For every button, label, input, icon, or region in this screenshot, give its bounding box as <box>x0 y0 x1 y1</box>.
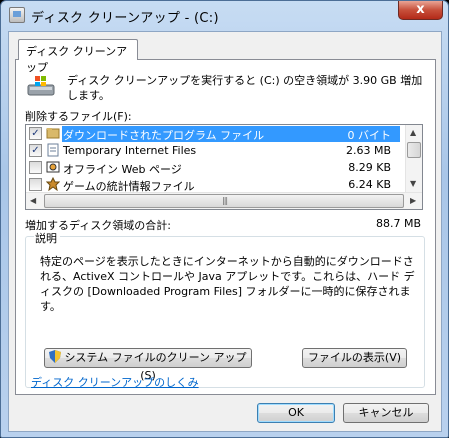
dialog-client-area: ディスク クリーンアップ ディスク クリーンアップを実行すると (C:) の空き… <box>8 31 442 432</box>
file-name: オフライン Web ページ <box>63 163 182 176</box>
scroll-grip-icon: ||| <box>222 196 228 205</box>
title-bar[interactable]: ディスク クリーンアップ - (C:) x <box>1 1 448 31</box>
file-checkbox[interactable]: ✓ <box>29 144 42 157</box>
list-item[interactable]: オフライン Web ページ 8.29 KB <box>26 159 401 176</box>
total-space-value: 88.7 MB <box>376 217 422 230</box>
tab-disk-cleanup[interactable]: ディスク クリーンアップ <box>18 39 138 74</box>
vertical-scrollbar[interactable]: ▲ ▼ <box>405 125 422 192</box>
how-disk-cleanup-works-link[interactable]: ディスク クリーンアップのしくみ <box>31 374 199 390</box>
close-button[interactable]: x <box>398 1 443 20</box>
file-checkbox[interactable] <box>29 161 42 174</box>
file-size: 0 バイト <box>347 129 392 142</box>
description-text: 特定のページを表示したときにインターネットから自動的にダウンロードされる、Act… <box>40 255 415 313</box>
folder-icon <box>46 128 60 139</box>
view-files-button[interactable]: ファイルの表示(V) <box>302 348 407 368</box>
uac-shield-icon <box>49 350 62 363</box>
intro-text: ディスク クリーンアップを実行すると (C:) の空き領域が 3.90 GB 増… <box>67 74 423 102</box>
vertical-scroll-thumb[interactable] <box>407 142 421 158</box>
disk-cleanup-app-icon <box>9 7 25 23</box>
web-page-icon <box>46 161 60 173</box>
file-checkbox[interactable]: ✓ <box>29 127 42 140</box>
file-name: ダウンロードされたプログラム ファイル <box>63 129 265 142</box>
window-title: ディスク クリーンアップ - (C:) <box>31 11 219 26</box>
system-file-cleanup-button[interactable]: システム ファイルのクリーン アップ(S) <box>44 348 252 382</box>
files-listbox[interactable]: ✓ ダウンロードされたプログラム ファイル 0 バイト ✓ Temporary … <box>25 124 423 210</box>
list-item[interactable]: ✓ Temporary Internet Files 2.63 MB <box>26 142 401 159</box>
dialog-window: ディスク クリーンアップ - (C:) x ディスク クリーンアップ ディスク … <box>0 0 449 438</box>
scroll-up-arrow-icon[interactable]: ▲ <box>410 128 416 137</box>
cancel-button[interactable]: キャンセル <box>343 403 429 423</box>
file-size: 8.29 KB <box>348 161 391 174</box>
ok-button[interactable]: OK <box>257 403 335 423</box>
disk-cleanup-icon <box>27 76 55 96</box>
file-name: Temporary Internet Files <box>63 144 197 157</box>
description-title: 説明 <box>34 230 60 246</box>
scroll-down-arrow-icon[interactable]: ▼ <box>410 179 416 188</box>
scroll-left-arrow-icon[interactable]: ◀ <box>30 196 36 205</box>
horizontal-scrollbar[interactable]: ◀ ||| ▶ <box>26 192 422 209</box>
file-checkbox[interactable] <box>29 178 42 191</box>
game-icon <box>46 177 60 191</box>
document-icon <box>47 143 59 157</box>
files-to-delete-label: 削除するファイル(F): <box>25 110 132 123</box>
tab-panel: ディスク クリーンアップを実行すると (C:) の空き領域が 3.90 GB 増… <box>15 59 436 395</box>
list-item[interactable]: ゲームの統計情報ファイル 6.24 KB <box>26 176 401 193</box>
file-size: 6.24 KB <box>348 178 391 191</box>
scroll-right-arrow-icon[interactable]: ▶ <box>410 196 416 205</box>
file-size: 2.63 MB <box>345 144 391 157</box>
list-item[interactable]: ✓ ダウンロードされたプログラム ファイル 0 バイト <box>26 125 401 142</box>
